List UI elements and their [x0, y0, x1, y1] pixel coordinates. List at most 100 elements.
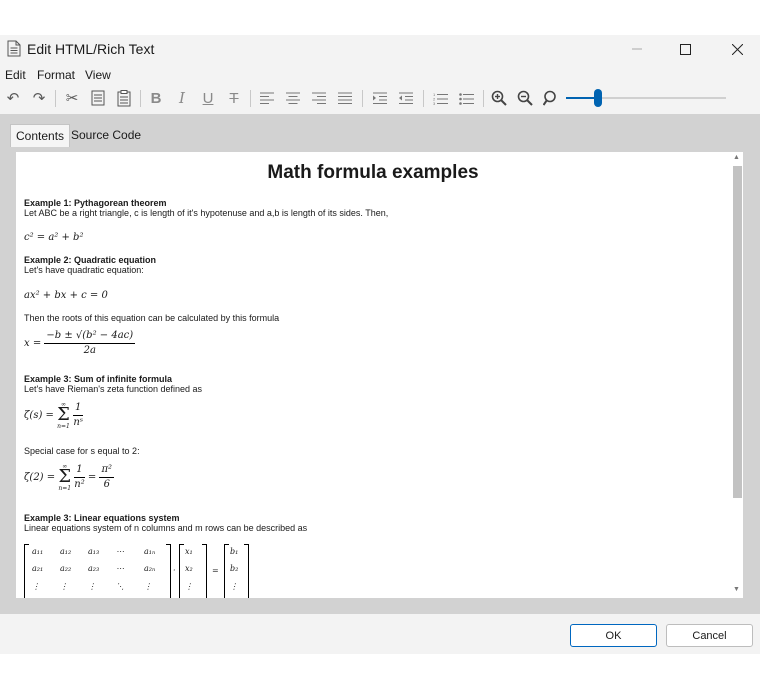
zeta2-formula: ζ(2) = ∞ Σ n=1 1 n² = π² 6	[24, 463, 115, 492]
redo-button[interactable]: ↷	[29, 88, 49, 108]
matrix-cell: a₂₁	[32, 564, 44, 573]
justify-button[interactable]	[335, 88, 355, 108]
align-right-icon	[312, 92, 326, 104]
matrix-bracket-right	[166, 544, 171, 598]
matrix-cell: a₁₂	[60, 547, 72, 556]
outdent-icon	[399, 92, 413, 104]
scroll-up-icon[interactable]: ▲	[733, 154, 740, 161]
copy-button[interactable]	[88, 88, 108, 108]
scissors-icon: ✂	[65, 90, 79, 107]
matrix-bracket-left	[24, 544, 29, 598]
indent-icon	[373, 92, 387, 104]
example3-text: Let's have Rieman's zeta function define…	[24, 384, 203, 394]
bullet-list-button[interactable]	[456, 88, 476, 108]
toolbar-separator	[362, 90, 363, 107]
outdent-button[interactable]	[396, 88, 416, 108]
example3-heading: Example 3: Sum of infinite formula	[24, 374, 173, 384]
document-icon	[7, 40, 21, 57]
toolbar-separator	[140, 90, 141, 107]
example2-text: Let's have quadratic equation:	[24, 265, 144, 275]
align-center-button[interactable]	[283, 88, 303, 108]
align-left-icon	[260, 92, 274, 104]
paste-button[interactable]	[114, 88, 134, 108]
toolbar-separator	[423, 90, 424, 107]
italic-button[interactable]: I	[172, 88, 192, 108]
italic-icon: I	[179, 89, 185, 107]
bold-icon: B	[150, 89, 162, 107]
matrix-cell: ⋱	[116, 582, 124, 591]
zeta-lhs: ζ(s) =	[24, 409, 54, 421]
scroll-down-icon[interactable]: ▼	[733, 586, 740, 593]
align-left-button[interactable]	[257, 88, 277, 108]
quadratic-formula: ax² + bx + c = 0	[24, 290, 108, 301]
vector-b-cell: b₁	[230, 547, 239, 556]
matrix-cell: ⋮	[32, 582, 40, 591]
underline-button[interactable]: U	[198, 88, 218, 108]
paste-icon	[117, 89, 131, 106]
vector-x-bracket-right	[202, 544, 207, 598]
minimize-icon	[632, 48, 642, 50]
matrix-cell: a₂ₙ	[144, 564, 156, 573]
zeta-formula: ζ(s) = ∞ Σ n=1 1 nˢ	[24, 401, 84, 430]
ok-button[interactable]: OK	[570, 624, 657, 647]
document-area[interactable]: Math formula examples Example 1: Pythago…	[16, 152, 743, 598]
redo-icon: ↷	[32, 90, 46, 107]
numbered-list-icon: 123	[433, 92, 448, 105]
example2-heading: Example 2: Quadratic equation	[24, 255, 157, 265]
roots-formula: x = −b ± √(b² − 4ac) 2a	[24, 331, 136, 356]
zoom-reset-icon	[543, 90, 556, 106]
cut-button[interactable]: ✂	[62, 88, 82, 108]
bold-button[interactable]: B	[146, 88, 166, 108]
scrollbar-thumb[interactable]	[733, 166, 742, 498]
tab-contents[interactable]: Contents	[10, 124, 71, 147]
strikethrough-icon: T	[229, 89, 239, 107]
vertical-scrollbar[interactable]: ▲ ▼	[730, 152, 743, 598]
align-right-button[interactable]	[309, 88, 329, 108]
matrix-cell: a₁₃	[88, 547, 100, 556]
zoom-out-button[interactable]	[515, 88, 535, 108]
document-title: Math formula examples	[267, 162, 479, 183]
pi-numerator: π²	[99, 464, 115, 478]
matrix-cell: a₁ₙ	[144, 547, 156, 556]
strikethrough-button[interactable]: T	[224, 88, 244, 108]
zoom-in-icon	[491, 90, 507, 106]
sum-operator: ∞ Σ n=1	[57, 401, 70, 430]
close-icon	[731, 43, 743, 55]
cancel-button[interactable]: Cancel	[666, 624, 753, 647]
close-button[interactable]	[714, 35, 760, 63]
zoom-out-icon	[517, 90, 533, 106]
zeta2-numerator: 1	[74, 464, 85, 478]
matrix-cell: a₂₃	[88, 564, 100, 573]
tab-source-code[interactable]: Source Code	[66, 124, 146, 145]
vector-b-cell: ⋮	[230, 582, 238, 591]
roots-denominator: 2a	[83, 345, 96, 356]
title-bar[interactable]: Edit HTML/Rich Text	[0, 35, 760, 63]
editor-window: Edit HTML/Rich Text Edit Format View ↶ ↷…	[0, 35, 760, 654]
menu-view[interactable]: View	[85, 68, 111, 82]
maximize-button[interactable]	[662, 35, 708, 63]
matrix-cell: ⋮	[60, 582, 68, 591]
minimize-button[interactable]	[614, 35, 660, 63]
zoom-slider-thumb[interactable]	[594, 89, 602, 107]
indent-button[interactable]	[370, 88, 390, 108]
zoom-in-button[interactable]	[489, 88, 509, 108]
zoom-reset-button[interactable]	[541, 88, 561, 108]
roots-fraction: −b ± √(b² − 4ac) 2a	[44, 331, 136, 356]
sum-lower-limit: n=1	[57, 422, 70, 430]
undo-button[interactable]: ↶	[3, 88, 23, 108]
justify-icon	[338, 92, 352, 104]
zeta2-fraction: 1 n²	[74, 464, 85, 490]
example4-heading: Example 3: Linear equations system	[24, 513, 180, 523]
menu-edit[interactable]: Edit	[5, 68, 26, 82]
matrix-cell: ⋮	[144, 582, 152, 591]
sigma-icon: Σ	[58, 466, 72, 488]
matrix-equals: =	[212, 566, 219, 575]
window-title: Edit HTML/Rich Text	[27, 41, 155, 57]
align-center-icon	[286, 92, 300, 104]
vector-b-bracket-left	[224, 544, 229, 598]
menu-format[interactable]: Format	[37, 68, 75, 82]
roots-numerator: −b ± √(b² − 4ac)	[44, 331, 136, 344]
equals-sign: =	[87, 471, 97, 483]
sum-lower-limit: n=1	[58, 484, 72, 492]
numbered-list-button[interactable]: 123	[430, 88, 450, 108]
